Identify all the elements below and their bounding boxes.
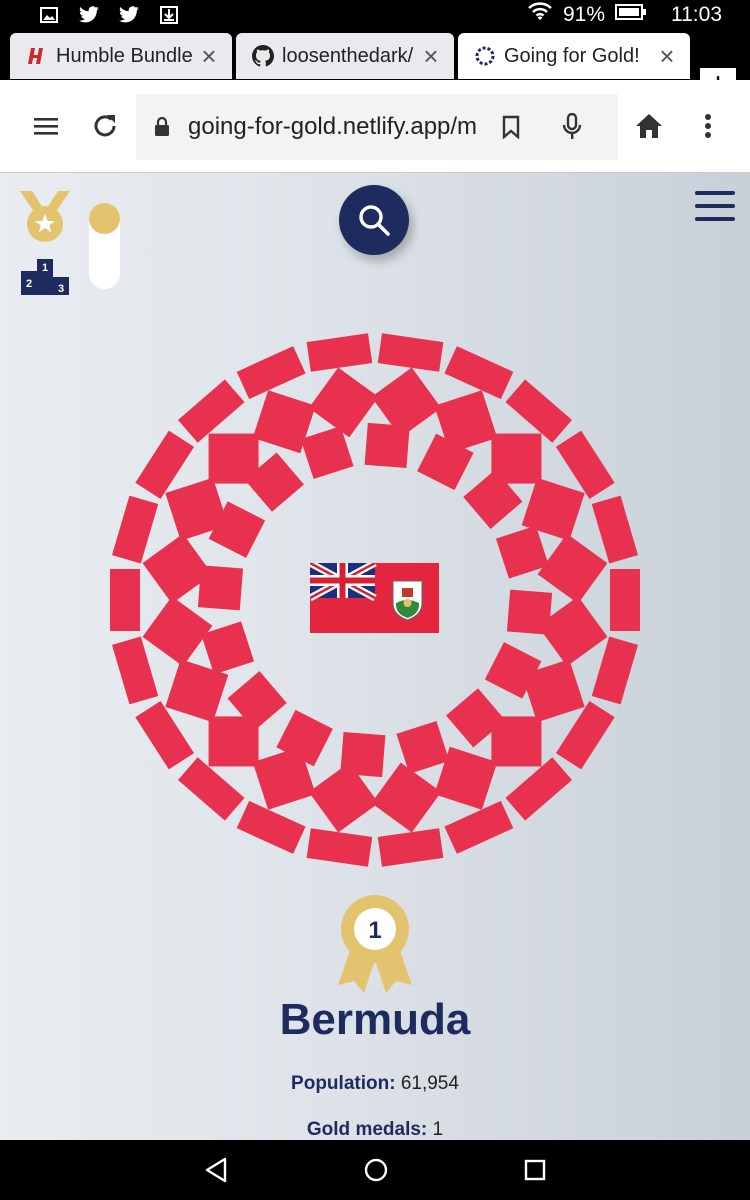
gold-medals-label: Gold medals:: [306, 1119, 428, 1140]
country-flag: [308, 559, 439, 633]
emblem-square: [178, 379, 245, 443]
close-icon[interactable]: ×: [194, 41, 224, 72]
battery-percent: 91%: [562, 3, 605, 26]
rank-ribbon-icon: 1: [334, 893, 416, 1002]
emblem-square: [610, 569, 640, 631]
wifi-icon: [527, 2, 553, 28]
emblem-square: [112, 636, 159, 705]
emblem-square: [110, 569, 140, 631]
home-icon[interactable]: [629, 106, 669, 146]
download-icon: [158, 4, 180, 26]
reload-icon[interactable]: [85, 106, 125, 146]
country-name: Bermuda: [279, 995, 471, 1044]
emblem-square: [236, 800, 306, 854]
url-text: going-for-gold.netlify.app/m: [188, 113, 478, 140]
emblem-square: [506, 589, 553, 635]
microphone-icon[interactable]: [562, 113, 582, 141]
home-nav-icon[interactable]: [361, 1155, 391, 1185]
tab-strip: Humble Bundle × loosenthedark/ × Going f…: [0, 30, 750, 104]
emblem-square: [306, 828, 373, 867]
tab-going-for-gold[interactable]: Going for Gold! ×: [458, 33, 690, 79]
population-stat: Population: 61,954: [0, 1073, 750, 1095]
close-icon[interactable]: ×: [416, 41, 446, 72]
rings-icon: [472, 43, 498, 69]
back-icon[interactable]: [201, 1155, 231, 1185]
humble-icon: [24, 43, 50, 69]
emblem-square: [178, 757, 245, 821]
close-icon[interactable]: ×: [652, 41, 682, 72]
system-nav-bar: [0, 1140, 750, 1200]
address-bar[interactable]: going-for-gold.netlify.app/m: [136, 94, 618, 160]
recents-icon[interactable]: [520, 1155, 550, 1185]
rank-number: 1: [368, 917, 381, 944]
page-content: 1 2 3 1 Bermuda Population: 61,954 Gold …: [0, 173, 750, 1140]
emblem-square: [505, 379, 572, 443]
lock-icon: [154, 117, 170, 137]
emblem-square: [340, 731, 386, 778]
emblem-square: [377, 828, 444, 867]
battery-icon: [615, 3, 647, 27]
status-bar: 91% 11:03: [0, 0, 750, 30]
emblem-square: [591, 636, 638, 705]
gallery-icon: [38, 4, 60, 26]
tab-title: Humble Bundle: [56, 44, 193, 67]
emblem-square: [444, 346, 514, 400]
emblem-square: [112, 495, 159, 564]
population-label: Population:: [291, 1073, 396, 1094]
gold-medals-value: 1: [432, 1119, 444, 1140]
tab-github[interactable]: loosenthedark/ ×: [236, 33, 454, 79]
gold-medals-stat: Gold medals: 1: [0, 1119, 750, 1140]
clock: 11:03: [671, 3, 722, 26]
emblem-square: [364, 422, 410, 469]
twitter-icon: [78, 4, 100, 26]
browser-toolbar: going-for-gold.netlify.app/m: [0, 80, 750, 173]
tab-title: loosenthedark/: [282, 44, 414, 67]
tab-humble-bundle[interactable]: Humble Bundle ×: [10, 33, 232, 79]
emblem-square: [444, 800, 514, 854]
population-value: 61,954: [400, 1073, 459, 1094]
menu-icon[interactable]: [26, 106, 66, 146]
emblem-square: [197, 565, 244, 611]
emblem-square: [377, 333, 444, 372]
overflow-menu-icon[interactable]: [688, 106, 728, 146]
emblem-square: [236, 346, 306, 400]
emblem-square: [591, 495, 638, 564]
github-icon: [250, 43, 276, 69]
emblem-square: [306, 333, 373, 372]
bookmark-icon[interactable]: [502, 115, 520, 139]
tab-title: Going for Gold!: [504, 44, 640, 67]
emblem-square: [505, 757, 572, 821]
twitter-icon: [118, 4, 140, 26]
olympic-emblem: [110, 333, 640, 867]
